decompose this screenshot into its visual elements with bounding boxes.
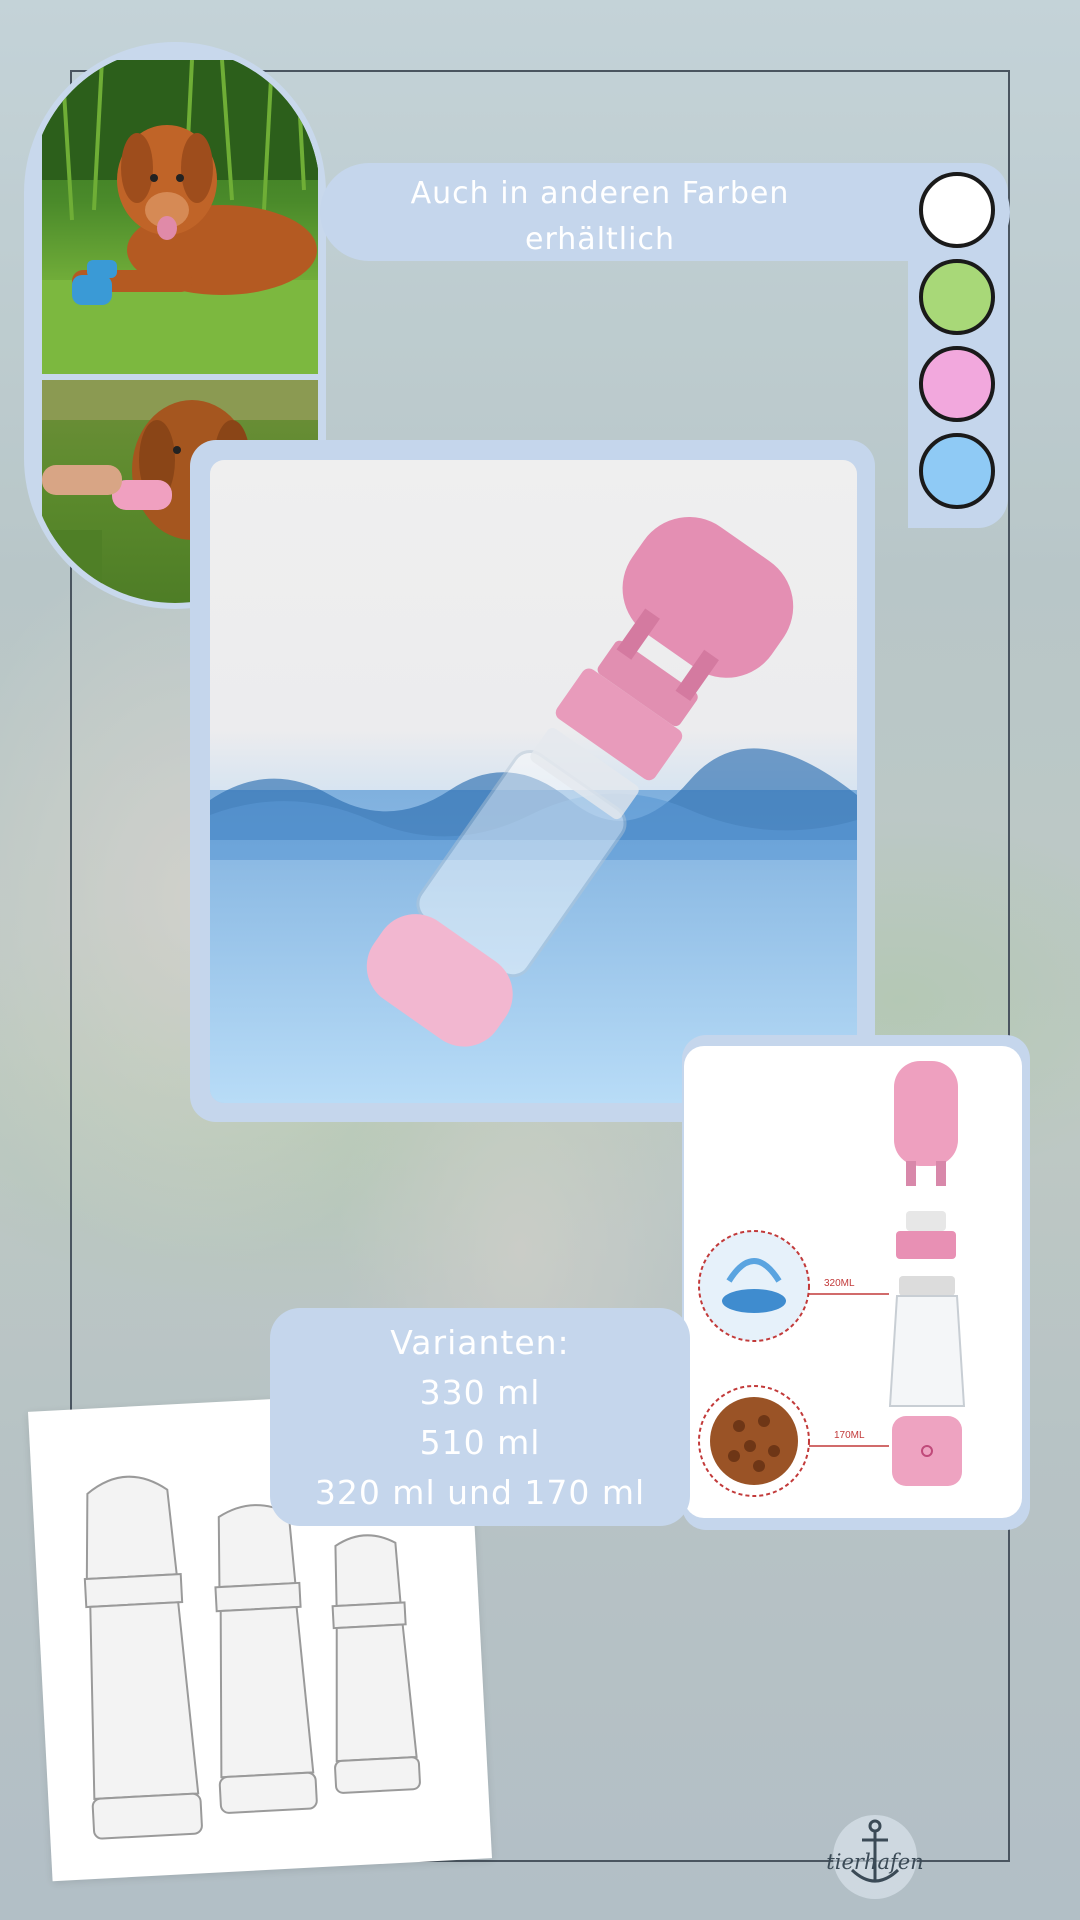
color-swatch-green [919, 259, 995, 335]
color-availability-banner: Auch in anderen Farben erhältlich [320, 163, 1010, 261]
product-diagram-image: 320ML 170ML [684, 1046, 1022, 1518]
variants-title: Varianten: [390, 1323, 570, 1362]
food-capacity-label: 170ML [834, 1430, 865, 1441]
brand-logo-text: tierhafen [826, 1850, 924, 1874]
color-availability-line1: Auch in anderen Farben [410, 176, 790, 211]
color-swatch-blue [919, 433, 995, 509]
color-availability-text: Auch in anderen Farben erhältlich [320, 171, 880, 263]
variants-card: Varianten: 330 ml 510 ml 320 ml und 170 … [270, 1308, 690, 1526]
brand-logo: tierhafen [820, 1812, 930, 1902]
main-product-image [210, 460, 857, 1103]
color-swatch-pink [919, 346, 995, 422]
color-swatch-white [919, 172, 995, 248]
variant-item: 510 ml [419, 1423, 541, 1462]
dog-lying-photo [42, 60, 318, 374]
water-capacity-label: 320ML [824, 1278, 855, 1289]
variant-item: 330 ml [419, 1373, 541, 1412]
color-availability-line2: erhältlich [525, 222, 675, 257]
variant-item: 320 ml und 170 ml [314, 1473, 646, 1512]
